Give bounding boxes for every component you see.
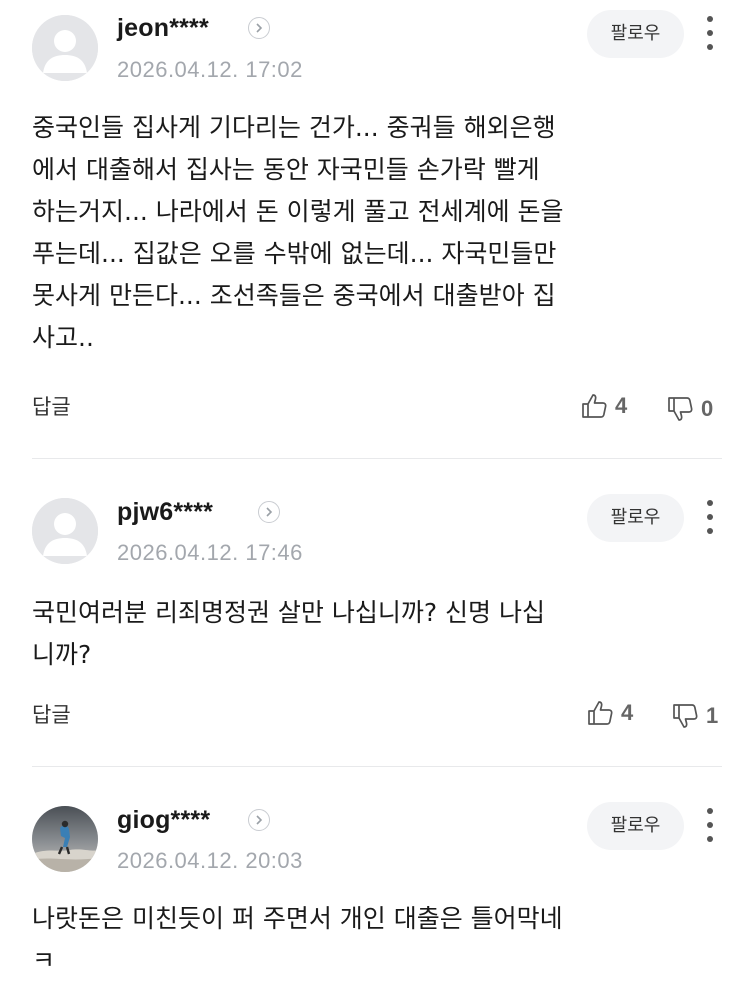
thumbs-down-icon — [668, 397, 693, 421]
timestamp: 2026.04.12. 17:02 — [117, 57, 303, 82]
avatar[interactable] — [32, 15, 98, 81]
avatar[interactable] — [32, 498, 98, 564]
comment-text: 국민여러분 리죄명정권 살만 나십니까? 신명 나십 니까? — [32, 598, 546, 669]
chevron-right-icon[interactable] — [258, 501, 280, 523]
avatar[interactable] — [32, 806, 98, 872]
divider — [32, 458, 722, 459]
reply-button[interactable]: 답글 — [32, 391, 71, 421]
more-options-icon[interactable] — [699, 13, 723, 53]
default-avatar-icon — [32, 498, 98, 564]
dislike-button[interactable]: 0 — [667, 394, 713, 424]
more-options-icon[interactable] — [699, 805, 723, 845]
timestamp: 2026.04.12. 17:46 — [117, 540, 303, 565]
more-options-icon[interactable] — [699, 497, 723, 537]
like-count: 4 — [615, 393, 628, 418]
username[interactable]: pjw6**** — [117, 498, 213, 527]
chevron-right-icon[interactable] — [248, 809, 270, 831]
like-button[interactable]: 4 — [581, 391, 627, 421]
dislike-button[interactable]: 1 — [672, 701, 718, 731]
thumbs-down-icon — [673, 704, 698, 728]
chevron-right-icon[interactable] — [248, 17, 270, 39]
like-count: 4 — [621, 700, 634, 725]
photo-avatar-icon — [32, 806, 98, 872]
username[interactable]: jeon**** — [117, 14, 209, 43]
thumbs-up-icon — [582, 394, 607, 418]
dislike-count: 1 — [706, 703, 719, 728]
follow-button[interactable]: 팔로우 — [587, 494, 684, 542]
divider — [32, 766, 722, 767]
comment-text: 나랏돈은 미친듯이 퍼 주면서 개인 대출은 틀어막네 ㅋ — [32, 904, 563, 975]
reply-button[interactable]: 답글 — [32, 699, 71, 729]
timestamp: 2026.04.12. 20:03 — [117, 848, 303, 873]
comment-text: 중국인들 집사게 기다리는 건가... 중궈들 해외은행 에서 대출해서 집사는… — [32, 113, 564, 352]
follow-button[interactable]: 팔로우 — [587, 802, 684, 850]
username[interactable]: giog**** — [117, 806, 210, 835]
thumbs-up-icon — [588, 701, 613, 725]
dislike-count: 0 — [701, 396, 714, 421]
default-avatar-icon — [32, 15, 98, 81]
like-button[interactable]: 4 — [587, 698, 633, 728]
follow-button[interactable]: 팔로우 — [587, 10, 684, 58]
